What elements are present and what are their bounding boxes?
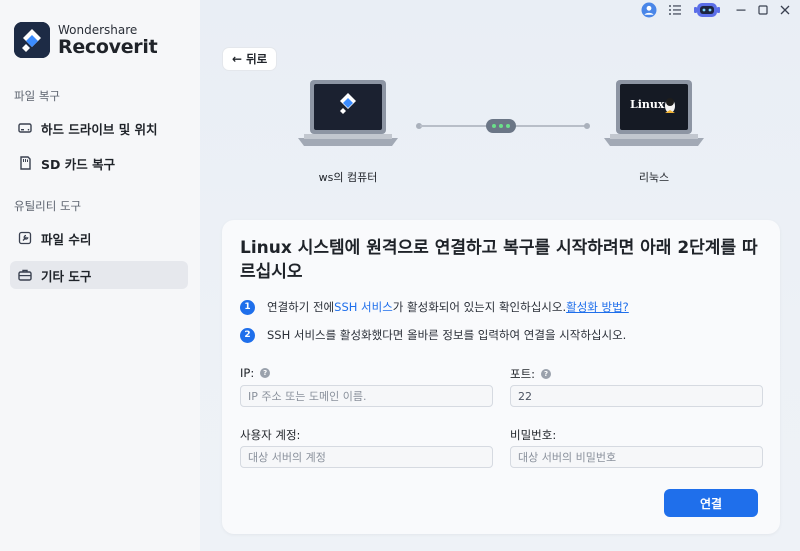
- ssh-service-link[interactable]: SSH 서비스: [334, 299, 393, 315]
- sidebar-item-label: 기타 도구: [41, 268, 92, 284]
- help-icon[interactable]: ?: [541, 369, 552, 379]
- password-input[interactable]: [510, 446, 763, 468]
- step-1: 1 연결하기 전에 SSH 서비스 가 활성화되어 있는지 확인하십시오. 활성…: [240, 299, 629, 315]
- wrench-icon: [18, 231, 32, 245]
- brand-line2: Recoverit: [58, 35, 158, 58]
- port-label-text: 포트:: [510, 367, 536, 381]
- password-label-text: 비밀번호:: [510, 428, 557, 442]
- sidebar-item-label: SD 카드 복구: [41, 156, 116, 172]
- sidebar-item-sd-card[interactable]: SD 카드 복구: [10, 149, 188, 177]
- hard-drive-icon: [18, 121, 32, 135]
- username-label: 사용자 계정:: [240, 427, 300, 443]
- connect-button[interactable]: 연결: [664, 489, 758, 517]
- section-title-utilities: 유틸리티 도구: [14, 199, 82, 213]
- target-computer: Linux: [604, 78, 704, 162]
- help-icon[interactable]: ?: [260, 368, 271, 378]
- step-2: 2 SSH 서비스를 활성화했다면 올바른 정보를 입력하여 연결을 시작하십시…: [240, 327, 626, 343]
- ip-label: IP: ?: [240, 366, 271, 380]
- sidebar-item-label: 파일 수리: [41, 231, 92, 247]
- laptop-windows-icon: [298, 80, 398, 146]
- window-controls: [638, 0, 800, 20]
- back-button[interactable]: ← 뒤로: [223, 48, 277, 70]
- account-icon[interactable]: [638, 0, 660, 20]
- connection-status-indicator: [486, 119, 516, 133]
- source-device-label: ws의 컴퓨터: [318, 171, 378, 184]
- assistant-bot-icon[interactable]: [692, 0, 722, 20]
- toolbox-icon: [18, 268, 32, 282]
- card-title: Linux 시스템에 원격으로 연결하고 복구를 시작하려면 아래 2단계를 따…: [240, 238, 758, 282]
- sidebar-item-other-tools[interactable]: 기타 도구: [10, 261, 188, 289]
- step-2-text: SSH 서비스를 활성화했다면 올바른 정보를 입력하여 연결을 시작하십시오.: [267, 328, 627, 342]
- port-label: 포트: ?: [510, 366, 552, 382]
- username-label-text: 사용자 계정:: [240, 428, 301, 442]
- ip-label-text: IP:: [240, 366, 255, 380]
- sidebar: Wondershare Recoverit 파일 복구 하드 드라이브 및 위치…: [0, 0, 200, 551]
- laptop-linux-icon: [604, 80, 704, 146]
- target-device-label: 리눅스: [638, 171, 670, 184]
- port-input[interactable]: [510, 385, 763, 407]
- password-label: 비밀번호:: [510, 427, 556, 443]
- sidebar-item-hard-drive[interactable]: 하드 드라이브 및 위치: [10, 114, 188, 142]
- source-computer: [298, 78, 398, 162]
- ip-input[interactable]: [240, 385, 493, 407]
- sidebar-item-file-repair[interactable]: 파일 수리: [10, 224, 188, 252]
- step-1-text-after: 가 활성화되어 있는지 확인하십시오.: [392, 300, 567, 314]
- minimize-icon[interactable]: [730, 0, 752, 20]
- connection-card: Linux 시스템에 원격으로 연결하고 복구를 시작하려면 아래 2단계를 따…: [222, 220, 780, 534]
- connector-line-left: [420, 125, 486, 127]
- username-input[interactable]: [240, 446, 493, 468]
- how-to-enable-link[interactable]: 활성화 방법?: [566, 299, 629, 315]
- menu-icon[interactable]: [664, 0, 686, 20]
- back-button-label: 뒤로: [246, 52, 268, 66]
- app-logo: Wondershare Recoverit: [14, 22, 158, 58]
- linux-screen-text: Linux: [630, 98, 665, 111]
- connector-dot-right: [584, 123, 590, 129]
- sidebar-item-label: 하드 드라이브 및 위치: [41, 121, 158, 137]
- arrow-left-icon: ←: [232, 52, 243, 66]
- sd-card-icon: [18, 156, 32, 170]
- step-number: 1: [240, 299, 255, 315]
- maximize-icon[interactable]: [752, 0, 774, 20]
- close-icon[interactable]: [774, 0, 796, 20]
- step-1-text-before: 연결하기 전에: [267, 300, 335, 314]
- brand-line1: Wondershare: [58, 22, 138, 37]
- step-number: 2: [240, 327, 255, 343]
- recoverit-logo-icon: [14, 22, 50, 58]
- connector-line-right: [516, 125, 586, 127]
- section-title-file-recovery: 파일 복구: [14, 89, 60, 103]
